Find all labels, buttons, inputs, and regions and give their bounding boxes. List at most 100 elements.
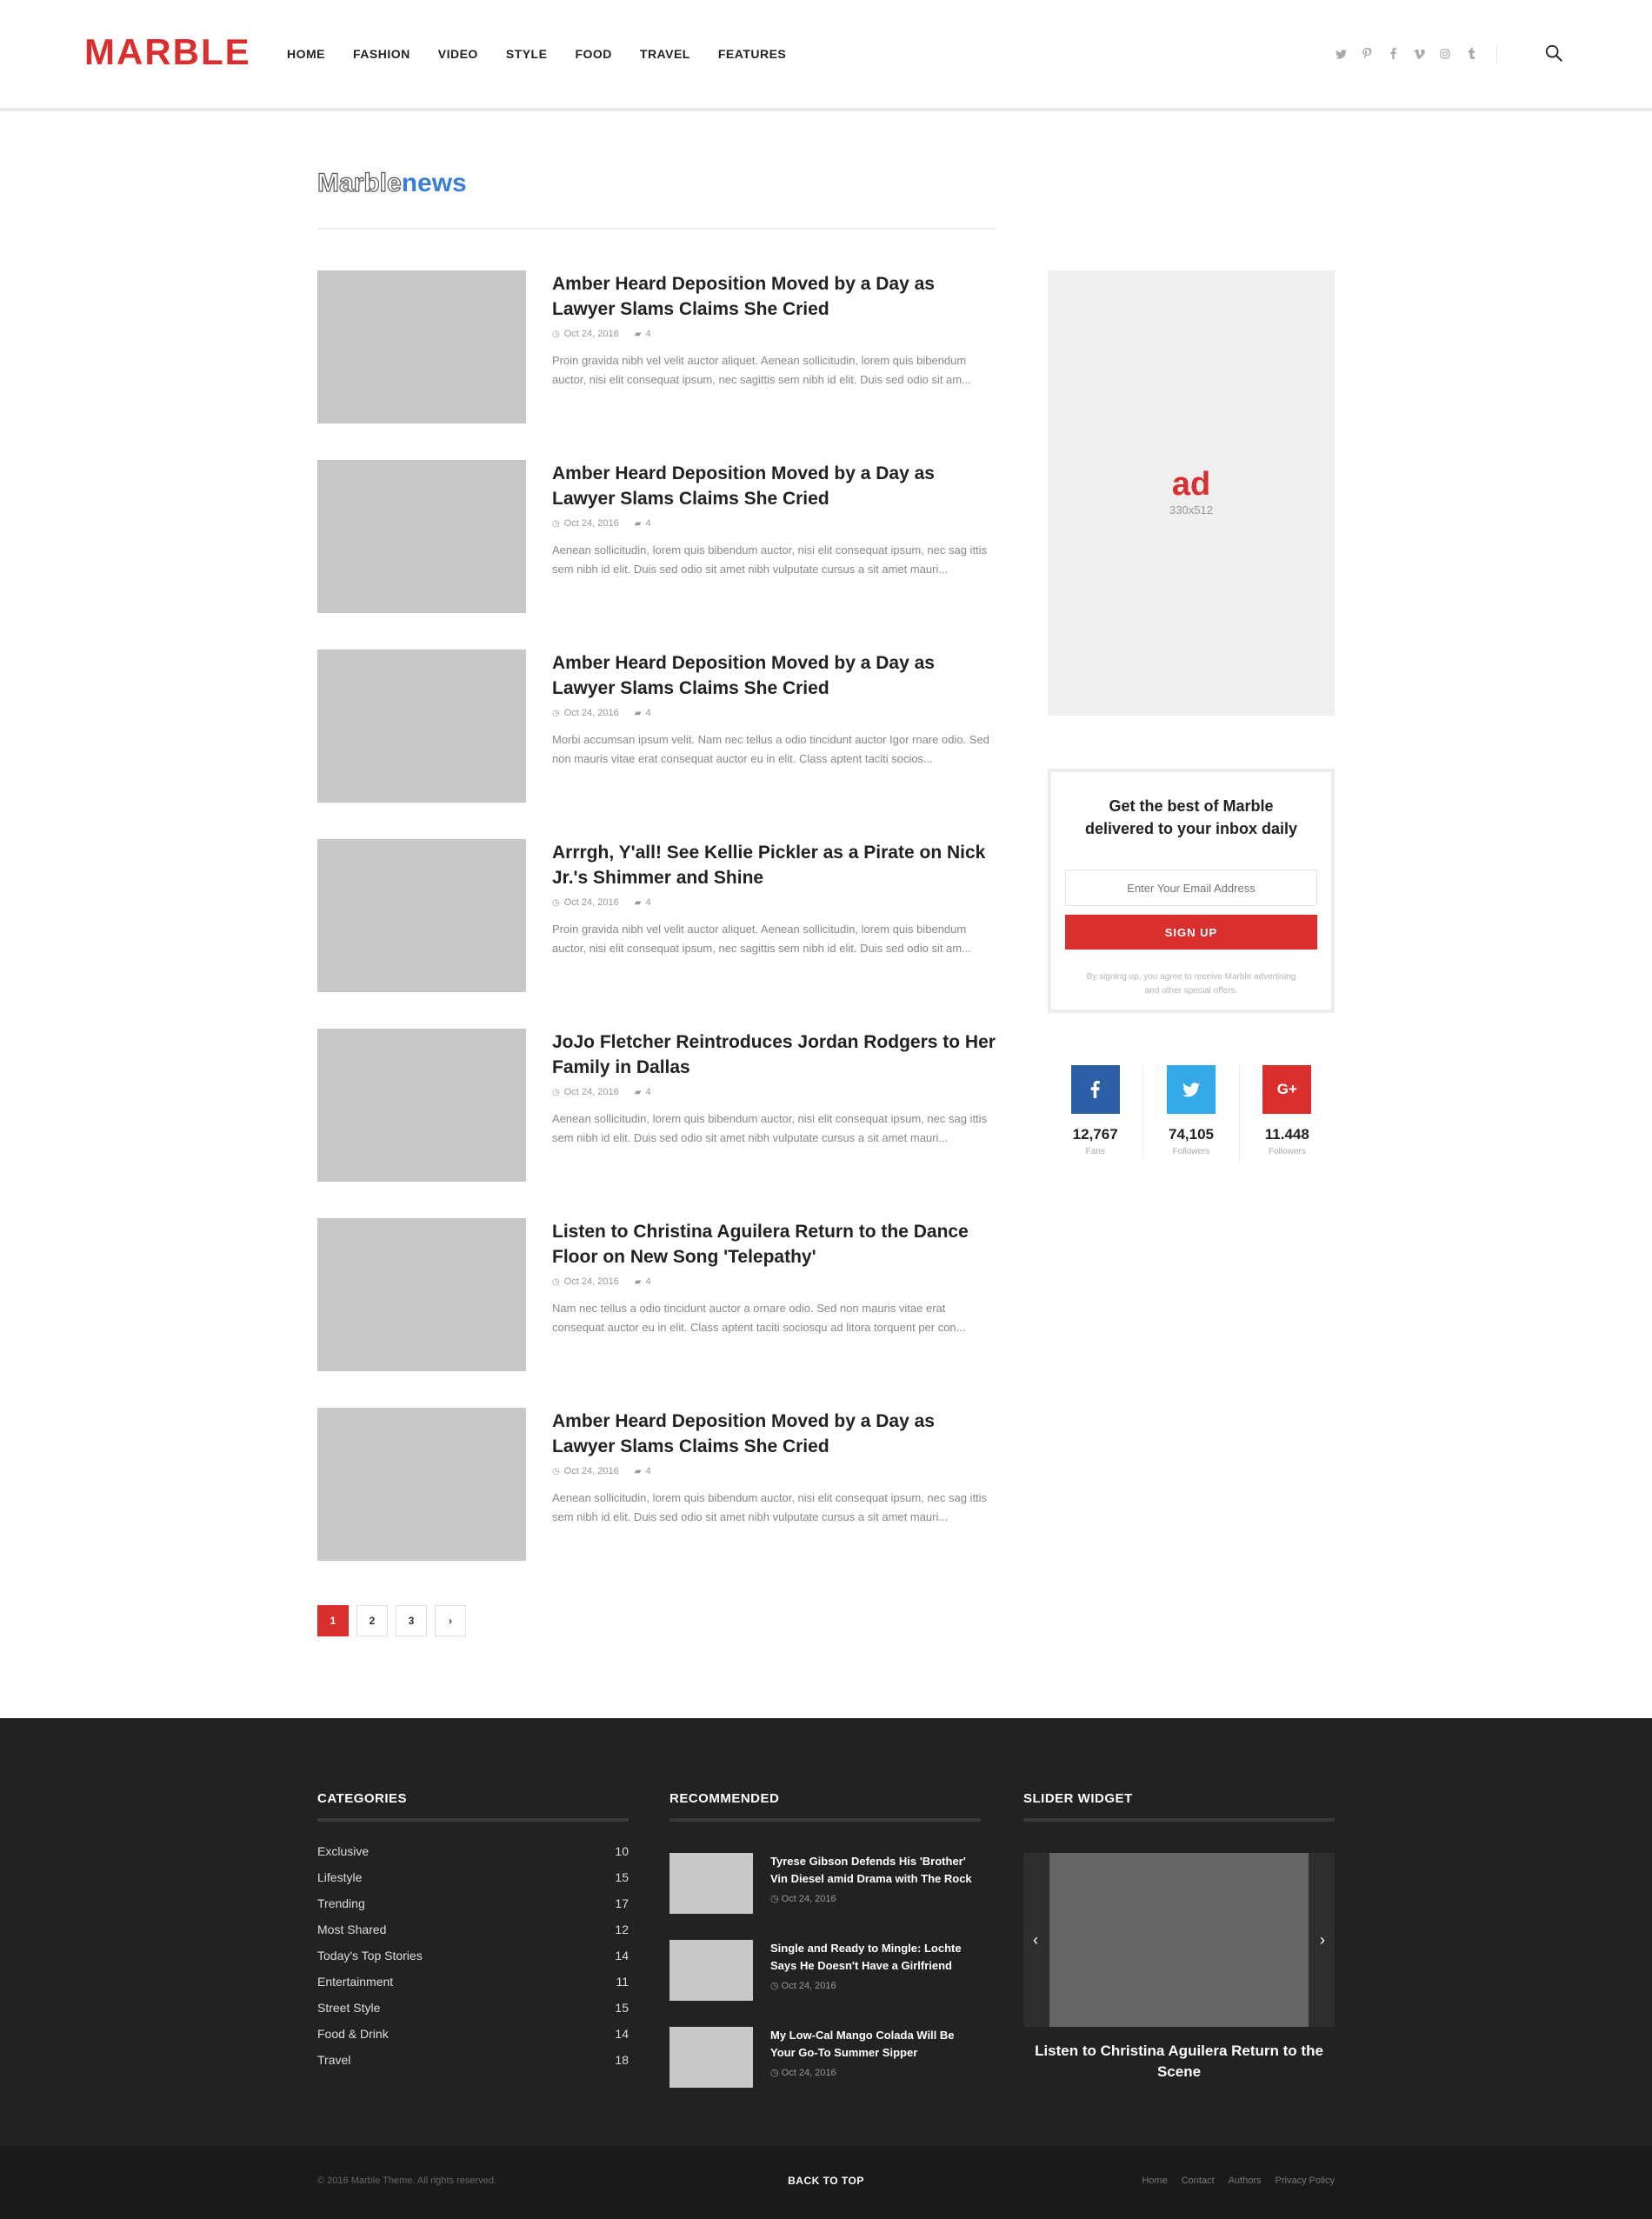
search-icon[interactable] <box>1544 43 1565 64</box>
category-name[interactable]: Trending <box>317 1896 365 1922</box>
site-logo[interactable]: MARBLE <box>84 31 251 73</box>
article-title[interactable]: Amber Heard Deposition Moved by a Day as… <box>552 1409 996 1459</box>
back-to-top-link[interactable]: BACK TO TOP <box>0 2175 1652 2187</box>
article-date: Oct 24, 2016 <box>563 329 619 339</box>
article-thumbnail[interactable] <box>317 1218 526 1371</box>
instagram-icon[interactable] <box>1432 48 1458 62</box>
article-thumbnail[interactable] <box>317 839 526 992</box>
newsletter-widget: Get the best of Marble delivered to your… <box>1048 769 1335 1013</box>
category-name[interactable]: Street Style <box>317 2001 380 2027</box>
recommended-title[interactable]: Single and Ready to Mingle: Lochte Says … <box>770 1940 981 1975</box>
category-name[interactable]: Exclusive <box>317 1844 369 1870</box>
signup-button[interactable]: SIGN UP <box>1065 915 1317 950</box>
clock-icon: ◷ <box>552 1466 560 1476</box>
category-name[interactable]: Most Shared <box>317 1922 386 1949</box>
article-title[interactable]: Arrrgh, Y'all! See Kellie Pickler as a P… <box>552 840 996 890</box>
category-count: 17 <box>615 1896 629 1910</box>
clock-icon: ◷ <box>552 1087 560 1097</box>
category-item[interactable]: Exclusive 10 <box>317 1844 629 1870</box>
clock-icon: ◷ <box>552 897 560 908</box>
category-name[interactable]: Entertainment <box>317 1975 393 2001</box>
article-comments[interactable]: 4 <box>645 518 650 529</box>
recommended-thumbnail[interactable] <box>669 2027 753 2088</box>
newsletter-fine-print: By signing up, you agree to receive Marb… <box>1086 972 1296 996</box>
page-button-1[interactable]: 1 <box>317 1605 349 1636</box>
article-thumbnail[interactable] <box>317 1029 526 1182</box>
article-excerpt: Aenean sollicitudin, lorem quis bibendum… <box>552 543 988 576</box>
nav-food[interactable]: FOOD <box>575 47 611 61</box>
category-name[interactable]: Food & Drink <box>317 2027 389 2053</box>
clock-icon: ◷ <box>552 1276 560 1287</box>
article-thumbnail[interactable] <box>317 1408 526 1561</box>
article-thumbnail[interactable] <box>317 460 526 613</box>
category-name[interactable]: Today's Top Stories <box>317 1949 423 1975</box>
article-comments[interactable]: 4 <box>645 1276 650 1287</box>
facebook-icon[interactable] <box>1380 48 1406 62</box>
footer-slider-title: SLIDER WIDGET <box>1023 1791 1335 1822</box>
pinterest-icon[interactable] <box>1354 48 1380 62</box>
category-item[interactable]: Food & Drink 14 <box>317 2027 629 2053</box>
recommended-thumbnail[interactable] <box>669 1853 753 1914</box>
article-thumbnail[interactable] <box>317 650 526 803</box>
recommended-title[interactable]: Tyrese Gibson Defends His 'Brother' Vin … <box>770 1853 981 1888</box>
article-card: Listen to Christina Aguilera Return to t… <box>317 1218 996 1371</box>
footer-link-home[interactable]: Home <box>1142 2176 1167 2186</box>
article-title[interactable]: Amber Heard Deposition Moved by a Day as… <box>552 271 996 322</box>
article-date: Oct 24, 2016 <box>563 1087 619 1097</box>
category-item[interactable]: Travel 18 <box>317 2053 629 2079</box>
clock-icon: ◷ <box>552 708 560 718</box>
slider-caption[interactable]: Listen to Christina Aguilera Return to t… <box>1023 2041 1335 2082</box>
tumblr-icon[interactable] <box>1458 48 1484 62</box>
article-title[interactable]: Listen to Christina Aguilera Return to t… <box>552 1219 996 1269</box>
article-thumbnail[interactable] <box>317 270 526 423</box>
google-plus-icon[interactable]: G+ <box>1262 1065 1312 1114</box>
slider-image[interactable] <box>1049 1853 1309 2027</box>
clock-icon: ◷ <box>552 329 560 339</box>
article-date: Oct 24, 2016 <box>563 1276 619 1287</box>
comment-icon: ▰ <box>634 1466 642 1476</box>
next-page-button[interactable]: › <box>435 1605 466 1636</box>
category-item[interactable]: Today's Top Stories 14 <box>317 1949 629 1975</box>
slider-next-icon[interactable]: › <box>1314 1929 1331 1950</box>
twitter-icon[interactable] <box>1328 48 1354 62</box>
category-name[interactable]: Travel <box>317 2053 350 2079</box>
nav-fashion[interactable]: FASHION <box>353 47 410 61</box>
nav-home[interactable]: HOME <box>287 47 325 61</box>
category-item[interactable]: Street Style 15 <box>317 2001 629 2027</box>
article-title[interactable]: JoJo Fletcher Reintroduces Jordan Rodger… <box>552 1030 996 1080</box>
article-comments[interactable]: 4 <box>645 329 650 339</box>
email-input[interactable] <box>1065 870 1317 906</box>
article-comments[interactable]: 4 <box>645 1466 650 1476</box>
article-title[interactable]: Amber Heard Deposition Moved by a Day as… <box>552 650 996 701</box>
article-comments[interactable]: 4 <box>645 708 650 718</box>
category-item[interactable]: Most Shared 12 <box>317 1922 629 1949</box>
category-item[interactable]: Entertainment 11 <box>317 1975 629 2001</box>
section-title-outline: Marble <box>316 168 402 197</box>
nav-style[interactable]: STYLE <box>506 47 548 61</box>
article-comments[interactable]: 4 <box>645 897 650 908</box>
vimeo-icon[interactable] <box>1406 48 1432 62</box>
facebook-icon[interactable] <box>1070 1065 1120 1114</box>
footer-link-privacy[interactable]: Privacy Policy <box>1276 2176 1335 2186</box>
recommended-title[interactable]: My Low-Cal Mango Colada Will Be Your Go-… <box>770 2027 981 2062</box>
article-title[interactable]: Amber Heard Deposition Moved by a Day as… <box>552 461 996 511</box>
article-comments[interactable]: 4 <box>645 1087 650 1097</box>
slider-prev-icon[interactable]: ‹ <box>1027 1929 1044 1950</box>
page-button-2[interactable]: 2 <box>356 1605 388 1636</box>
nav-travel[interactable]: TRAVEL <box>640 47 690 61</box>
article-date: Oct 24, 2016 <box>563 518 619 529</box>
comment-icon: ▰ <box>634 1276 642 1287</box>
page-button-3[interactable]: 3 <box>396 1605 427 1636</box>
ad-placeholder[interactable]: ad 330x512 <box>1048 270 1335 716</box>
category-name[interactable]: Lifestyle <box>317 1870 362 1896</box>
twitter-icon[interactable] <box>1166 1065 1216 1114</box>
category-item[interactable]: Trending 17 <box>317 1896 629 1922</box>
nav-features[interactable]: FEATURES <box>718 47 786 61</box>
footer-link-authors[interactable]: Authors <box>1229 2176 1262 2186</box>
recommended-thumbnail[interactable] <box>669 1940 753 2001</box>
article-excerpt: Aenean sollicitudin, lorem quis bibendum… <box>552 1112 988 1144</box>
article-excerpt: Aenean sollicitudin, lorem quis bibendum… <box>552 1491 988 1523</box>
nav-video[interactable]: VIDEO <box>438 47 478 61</box>
category-item[interactable]: Lifestyle 15 <box>317 1870 629 1896</box>
footer-link-contact[interactable]: Contact <box>1182 2176 1215 2186</box>
